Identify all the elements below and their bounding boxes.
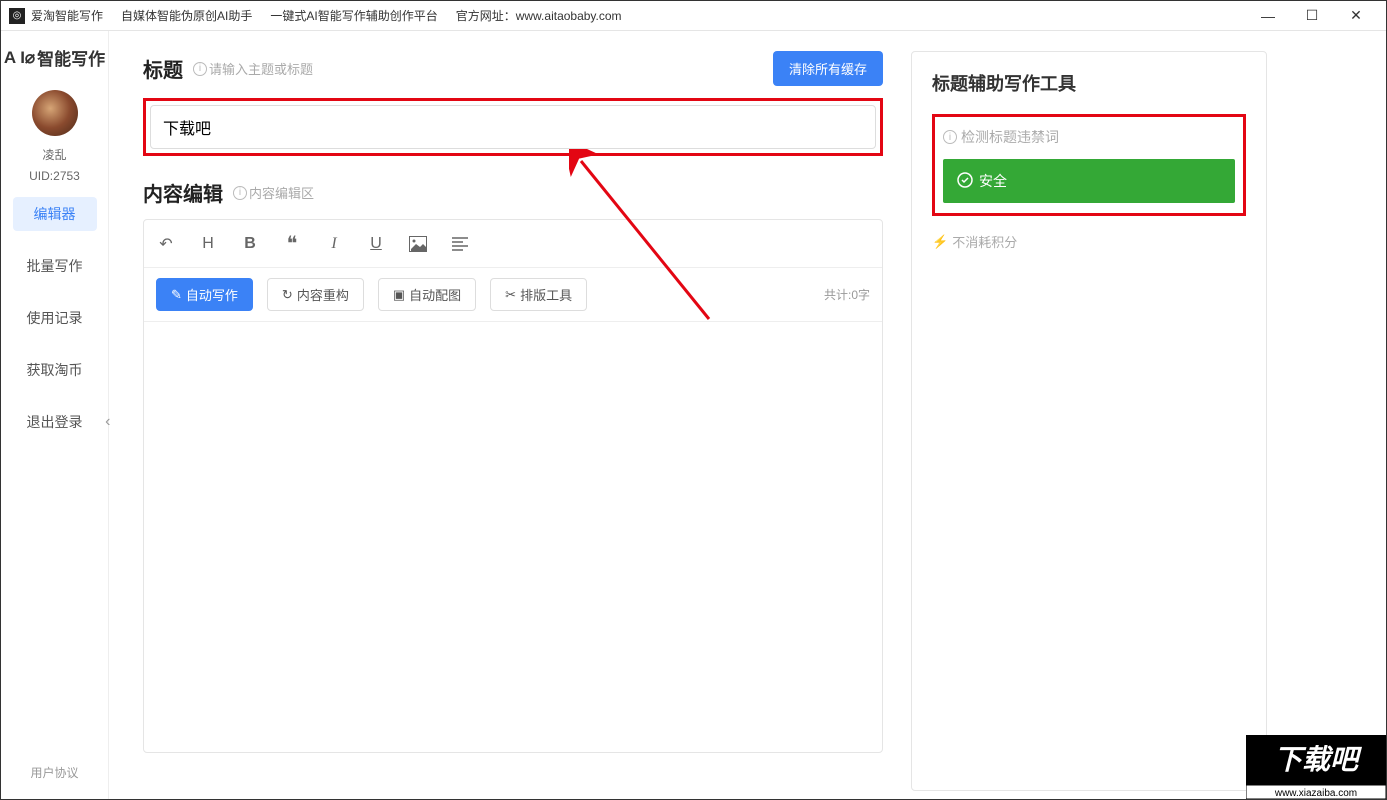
window-titlebar: ◎ 爱淘智能写作 自媒体智能伪原创AI助手 一键式AI智能写作辅助创作平台 官方…	[1, 1, 1386, 31]
underline-icon[interactable]: U	[366, 235, 386, 253]
info-icon: i	[943, 130, 957, 144]
refresh-icon: ↻	[282, 287, 293, 303]
layout-icon: ✂	[505, 287, 516, 303]
svg-text:下载吧: 下载吧	[1274, 744, 1362, 775]
auto-write-button[interactable]: ✎ 自动写作	[156, 278, 253, 311]
check-label: i 检测标题违禁词	[943, 127, 1235, 147]
restructure-button[interactable]: ↻ 内容重构	[267, 278, 364, 311]
username: 凌乱	[42, 146, 66, 163]
content-header: 内容编辑 i 内容编辑区	[143, 178, 883, 207]
sidebar: A I⌀ 智能写作 凌乱 UID:2753 编辑器 批量写作 使用记录 获取淘币…	[1, 31, 109, 799]
quote-icon[interactable]: ❝	[282, 231, 302, 256]
editor-toolbar: ↶ H B ❝ I U	[144, 220, 882, 268]
avatar[interactable]	[32, 90, 78, 136]
content-hint: i 内容编辑区	[233, 183, 314, 202]
right-panel: 标题辅助写作工具 i 检测标题违禁词 安全 ⚡ 不消耗积分	[911, 51, 1267, 791]
align-icon[interactable]	[450, 237, 470, 251]
user-agreement-link[interactable]: 用户协议	[30, 764, 78, 799]
lightning-icon: ⚡	[932, 234, 948, 250]
points-hint: ⚡ 不消耗积分	[932, 232, 1246, 251]
uid: UID:2753	[29, 169, 80, 183]
watermark: 下载吧 www.xiazaiba.com	[1246, 735, 1386, 799]
logo-text: 智能写作	[37, 45, 105, 70]
tagline-1: 自媒体智能伪原创AI助手	[121, 7, 252, 24]
content-area: 标题 i 请输入主题或标题 清除所有缓存 内容编辑 i 内容编辑区 ↶	[109, 31, 1386, 799]
check-circle-icon	[957, 172, 973, 191]
logo-ai-icon: A I⌀	[4, 48, 35, 68]
pencil-icon: ✎	[171, 287, 182, 303]
nav-editor[interactable]: 编辑器	[13, 197, 97, 231]
title-label: 标题	[143, 54, 183, 83]
italic-icon[interactable]: I	[324, 235, 344, 253]
titlebar-left: ◎ 爱淘智能写作 自媒体智能伪原创AI助手 一键式AI智能写作辅助创作平台 官方…	[9, 7, 622, 24]
info-icon: i	[193, 62, 207, 76]
safe-status: 安全	[943, 159, 1235, 203]
close-button[interactable]: ✕	[1334, 2, 1378, 30]
undo-icon[interactable]: ↶	[156, 234, 176, 254]
minimize-button[interactable]: —	[1246, 2, 1290, 30]
image-icon[interactable]	[408, 236, 428, 252]
editor-action-row: ✎ 自动写作 ↻ 内容重构 ▣ 自动配图 ✂ 排版工具 共	[144, 268, 882, 322]
editor-body[interactable]	[144, 322, 882, 752]
maximize-button[interactable]: ☐	[1290, 2, 1334, 30]
bold-icon[interactable]: B	[240, 235, 260, 253]
app-brand: ◎ 爱淘智能写作	[9, 7, 103, 24]
title-input-highlight	[143, 98, 883, 156]
website: 官方网址：www.aitaobaby.com	[456, 7, 622, 24]
nav-get-coins[interactable]: 获取淘币	[13, 353, 97, 387]
content-label: 内容编辑	[143, 178, 223, 207]
editor: ↶ H B ❝ I U ✎ 自动写作	[143, 219, 883, 753]
right-panel-title: 标题辅助写作工具	[932, 70, 1246, 96]
app-name: 爱淘智能写作	[31, 7, 103, 24]
clear-cache-button[interactable]: 清除所有缓存	[773, 51, 883, 86]
nav-usage-history[interactable]: 使用记录	[13, 301, 97, 335]
heading-icon[interactable]: H	[198, 235, 218, 253]
main-column: 标题 i 请输入主题或标题 清除所有缓存 内容编辑 i 内容编辑区 ↶	[143, 51, 883, 799]
nav-logout[interactable]: 退出登录	[13, 405, 97, 439]
svg-text:www.xiazaiba.com: www.xiazaiba.com	[1274, 788, 1357, 799]
layout-tool-button[interactable]: ✂ 排版工具	[490, 278, 587, 311]
word-count: 共计:0字	[824, 286, 870, 303]
logo: A I⌀ 智能写作	[4, 45, 105, 70]
info-icon: i	[233, 186, 247, 200]
app-icon: ◎	[9, 8, 25, 24]
tagline-2: 一键式AI智能写作辅助创作平台	[270, 7, 437, 24]
title-header: 标题 i 请输入主题或标题 清除所有缓存	[143, 51, 883, 86]
forbidden-word-check-highlight: i 检测标题违禁词 安全	[932, 114, 1246, 216]
auto-image-button[interactable]: ▣ 自动配图	[378, 278, 476, 311]
nav-batch-write[interactable]: 批量写作	[13, 249, 97, 283]
window-controls: — ☐ ✕	[1246, 2, 1378, 30]
title-input[interactable]	[150, 105, 876, 149]
image-icon: ▣	[393, 287, 405, 303]
title-hint: i 请输入主题或标题	[193, 59, 313, 78]
